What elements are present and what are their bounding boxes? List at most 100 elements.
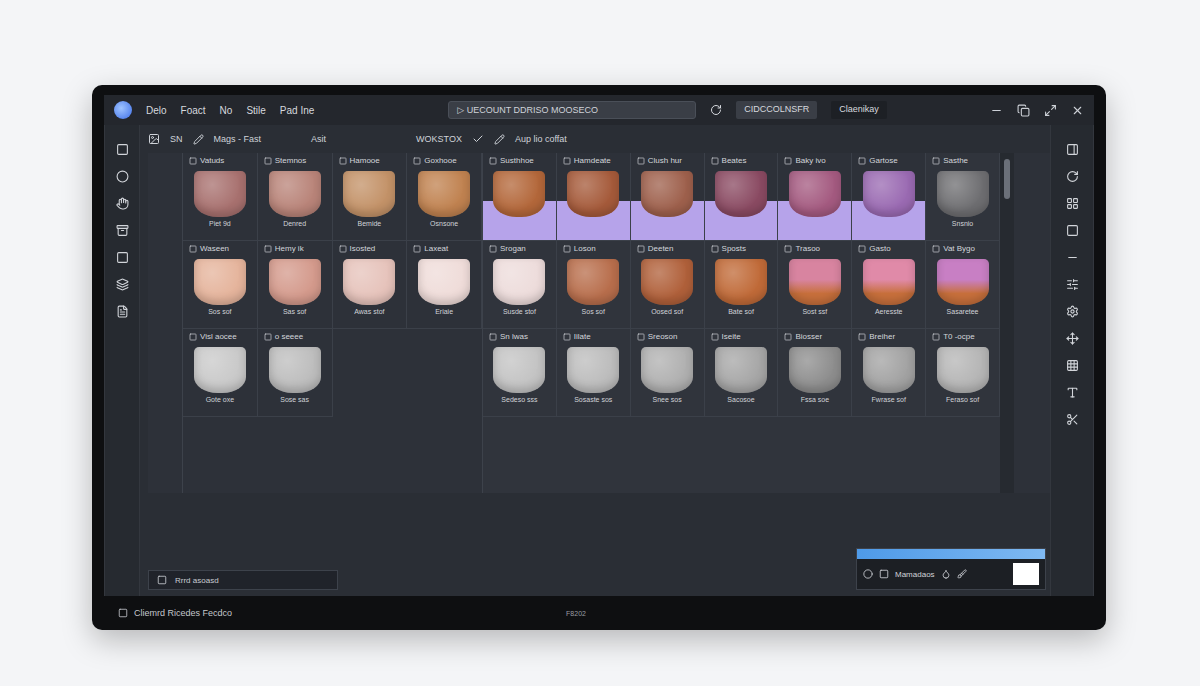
swatch-card[interactable]: LaxeatEriaie [407,241,482,329]
check-icon[interactable] [472,133,484,145]
pencil-icon[interactable] [193,134,204,145]
minimize-icon[interactable] [990,104,1003,117]
refresh-icon[interactable] [710,104,722,116]
image-icon[interactable] [148,133,160,145]
swatch-panels: VatudsPiet 9dStemnosDenredHamooeBemideGo… [148,153,1050,493]
swatch-caption: Bate sof [728,308,754,315]
swatch-icon [932,157,940,165]
swatch-card[interactable]: SreosonSnee sos [631,329,705,417]
menu-item[interactable]: Stile [246,105,265,116]
swatch-card[interactable]: GoxhooeOsnsone [407,153,482,241]
menu-item[interactable]: Foact [181,105,206,116]
menu-item[interactable]: No [220,105,233,116]
swatch-caption: Feraso sof [946,396,979,403]
swatch-card[interactable]: IsostedAwas stof [333,241,408,329]
swatch-card[interactable]: GastoAeresste [852,241,926,329]
swatch-card[interactable]: T0 -ocpeFeraso sof [926,329,1000,417]
tool-label[interactable]: Aup lio coffat [515,134,567,144]
swatch-card[interactable]: IilateSosaste sos [557,329,631,417]
swatch-caption: Sos sof [208,308,231,315]
swatch-icon [711,157,719,165]
stop-icon[interactable] [879,569,889,579]
circle-icon[interactable] [116,170,129,183]
tool-label[interactable]: Mags - Fast [214,134,262,144]
swatch-icon [264,245,272,253]
swatch-caption: Fwrase sof [872,396,906,403]
layers-icon[interactable] [116,278,129,291]
profile-field[interactable]: Claenikay [831,101,887,119]
swatch-chip [567,171,619,217]
brush-icon[interactable] [957,569,967,579]
settings-icon[interactable] [1066,305,1079,318]
type-icon[interactable] [1066,386,1079,399]
swatch-card[interactable]: Gartose [852,153,926,241]
swatch-card[interactable]: Baky ivo [778,153,852,241]
archive-icon[interactable] [116,224,129,237]
table-icon[interactable] [1066,359,1079,372]
swatch-card[interactable]: Hemy ikSas sof [258,241,333,329]
edit-icon[interactable] [494,134,505,145]
move-icon[interactable] [1066,332,1079,345]
address-field[interactable]: ▷ UECOUNT DDRISO MOOSECO [448,101,696,119]
swatch-card[interactable]: BreiherFwrase sof [852,329,926,417]
maximize-icon[interactable] [1044,104,1057,117]
panel-icon[interactable] [1066,143,1079,156]
swatch-card[interactable]: SastheSnsnio [926,153,1000,241]
swatch-card[interactable]: Hamdeate [557,153,631,241]
menu-item[interactable]: Delo [146,105,167,116]
select-icon[interactable] [116,143,129,156]
swatch-caption: Piet 9d [209,220,231,227]
swatch-title: Gasto [854,244,923,253]
swatch-card[interactable]: Susthhoe [483,153,557,241]
swatch-card[interactable]: o seeeeSose sas [258,329,333,417]
swatch-card[interactable]: HamooeBemide [333,153,408,241]
swatch-title: Biosser [780,332,849,341]
mini-panel: Mamadaos [856,548,1046,590]
swatch-card[interactable]: Biosser Fssa soe [778,329,852,417]
scroll-thumb[interactable] [1004,159,1010,199]
swatch-card[interactable]: Vat BygoSasaretee [926,241,1000,329]
menu-item[interactable]: Pad Ine [280,105,314,116]
swatch-card[interactable]: SpostsBate sof [705,241,779,329]
record-icon[interactable] [863,569,873,579]
document-icon[interactable] [116,305,129,318]
swatch-card[interactable]: Clush hur [631,153,705,241]
restore-icon[interactable] [1017,104,1030,117]
square-icon[interactable] [1066,224,1079,237]
frame-icon[interactable] [116,251,129,264]
search-field[interactable]: CIDCCOLNSFR [736,101,817,119]
tool-label[interactable]: WOKSTOX [416,134,462,144]
grid-icon[interactable] [1066,197,1079,210]
swatch-chip [863,347,915,393]
swatch-card[interactable]: WaseenSos sof [183,241,258,329]
swatch-icon [413,157,421,165]
rotate-icon[interactable] [1066,170,1079,183]
swatch-card[interactable]: Sn lwasSedeso sss [483,329,557,417]
status-icon [157,575,167,585]
swatch-card[interactable]: VatudsPiet 9d [183,153,258,241]
swatch-caption: Susde stof [503,308,536,315]
swatch-card[interactable]: SroganSusde stof [483,241,557,329]
droplet-icon[interactable] [941,569,951,579]
swatch-card[interactable]: IseiteSacosoe [705,329,779,417]
sliders-icon[interactable] [1066,278,1079,291]
tool-label[interactable]: SN [170,134,183,144]
swatch-card[interactable]: Beates [705,153,779,241]
tool-row: SN Mags - Fast Asit WOKSTOX Aup lio coffat [148,125,1050,153]
swatch-caption: Fssa soe [801,396,829,403]
app-logo-icon[interactable] [114,101,132,119]
swatch-card[interactable]: LosonSos sof [557,241,631,329]
swatch-icon [932,333,940,341]
scrollbar[interactable] [1000,153,1014,493]
library-panel: VatudsPiet 9dStemnosDenredHamooeBemideGo… [182,153,482,493]
swatch-caption: Eriaie [435,308,453,315]
swatch-card[interactable]: DeetenOosed sof [631,241,705,329]
hand-icon[interactable] [116,197,129,210]
swatch-card[interactable]: StemnosDenred [258,153,333,241]
line-icon[interactable] [1066,251,1079,264]
scissors-icon[interactable] [1066,413,1079,426]
tool-label[interactable]: Asit [311,134,326,144]
swatch-card[interactable]: Visl aoceeGote oxe [183,329,258,417]
swatch-card[interactable]: TrasooSost ssf [778,241,852,329]
close-icon[interactable] [1071,104,1084,117]
